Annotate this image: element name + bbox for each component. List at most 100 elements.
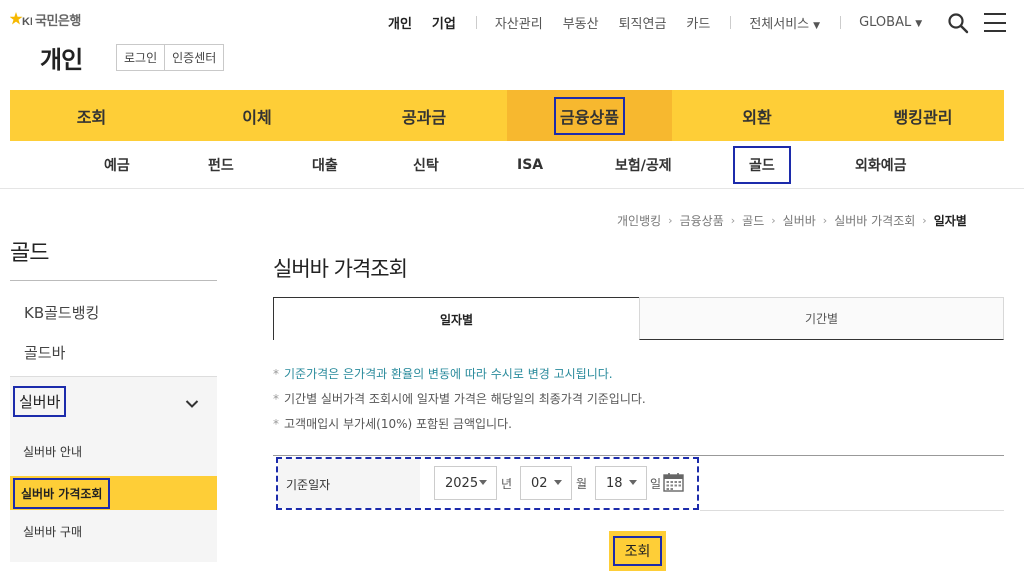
search-submit-button[interactable]: 조회 bbox=[613, 536, 662, 566]
gnb-tab-forex[interactable]: 외환 bbox=[672, 90, 842, 141]
top-nav-all-services[interactable]: 전체서비스 ▼ bbox=[749, 13, 820, 32]
subnav-isa[interactable]: ISA bbox=[517, 141, 543, 189]
subnav-deposit[interactable]: 예금 bbox=[104, 141, 130, 189]
breadcrumb: 개인뱅킹 › 금융상품 › 골드 › 실버바 › 실버바 가격조회 › 일자별 bbox=[617, 212, 967, 229]
login-button[interactable]: 로그인 bbox=[116, 44, 166, 71]
year-value: 2025 bbox=[445, 475, 479, 491]
breadcrumb-item[interactable]: 골드 bbox=[742, 212, 764, 229]
month-unit: 월 bbox=[576, 477, 588, 491]
gnb-tab-label: 금융상품 bbox=[554, 96, 625, 135]
sidebar-sub-silver-info[interactable]: 실버바 안내 bbox=[23, 443, 82, 460]
breadcrumb-sep-icon: › bbox=[730, 214, 736, 227]
period-tabs: 일자별 기간별 bbox=[273, 297, 1004, 340]
tab-daily[interactable]: 일자별 bbox=[273, 297, 640, 340]
divider bbox=[700, 510, 1004, 511]
year-unit: 년 bbox=[501, 477, 513, 491]
breadcrumb-sep-icon: › bbox=[668, 214, 673, 227]
cert-center-button[interactable]: 인증센터 bbox=[165, 44, 225, 71]
notice-item: * 고객매입시 부가세(10%) 포함된 금액입니다. bbox=[273, 417, 512, 431]
notice-text: 고객매입시 부가세(10%) 포함된 금액입니다. bbox=[284, 417, 512, 431]
top-nav-corporate[interactable]: 기업 bbox=[432, 13, 456, 32]
caret-down-icon bbox=[554, 480, 562, 485]
notice-text: 기간별 실버가격 조회시에 일자별 가격은 해당일의 최종가격 기준입니다. bbox=[284, 392, 646, 406]
top-nav-personal[interactable]: 개인 bbox=[388, 13, 412, 32]
sidebar-sub-silver-price[interactable]: 실버바 가격조회 bbox=[10, 476, 217, 510]
gnb-tab-financial-products[interactable]: 금융상품 bbox=[507, 90, 672, 141]
search-icon[interactable] bbox=[947, 12, 969, 34]
sidebar-item-silver-bar[interactable]: 실버바 bbox=[13, 386, 67, 417]
sub-nav: 예금 펀드 대출 신탁 ISA 보험/공제 골드 외화예금 bbox=[0, 141, 1024, 189]
tab-period[interactable]: 기간별 bbox=[639, 297, 1004, 340]
top-nav: 개인 기업 자산관리 부동산 퇴직연금 카드 전체서비스 ▼ GLOBAL ▼ bbox=[388, 11, 942, 33]
subnav-gold[interactable]: 골드 bbox=[733, 141, 791, 189]
submit-highlight: 조회 bbox=[609, 531, 666, 571]
breadcrumb-sep-icon: › bbox=[922, 214, 927, 227]
sidebar-sub-silver-price-label: 실버바 가격조회 bbox=[13, 478, 111, 509]
global-label: GLOBAL bbox=[859, 14, 912, 30]
breadcrumb-item[interactable]: 실버바 가격조회 bbox=[834, 212, 915, 229]
divider bbox=[10, 280, 217, 281]
subnav-gold-label: 골드 bbox=[733, 146, 791, 184]
top-nav-realestate[interactable]: 부동산 bbox=[563, 13, 599, 32]
main-nav: 조회 이체 공과금 금융상품 외환 뱅킹관리 bbox=[10, 90, 1004, 141]
gnb-tab-transfer[interactable]: 이체 bbox=[173, 90, 341, 141]
subnav-fx-deposit[interactable]: 외화예금 bbox=[855, 141, 907, 189]
caret-down-icon bbox=[629, 480, 637, 485]
day-select[interactable]: 18 bbox=[595, 466, 647, 500]
gnb-tab-inquiry[interactable]: 조회 bbox=[10, 90, 173, 141]
login-group: 로그인 인증센터 bbox=[116, 44, 225, 71]
breadcrumb-item[interactable]: 실버바 bbox=[783, 212, 816, 229]
caret-down-icon: ▼ bbox=[813, 20, 821, 31]
gnb-tab-banking-mgmt[interactable]: 뱅킹관리 bbox=[842, 90, 1004, 141]
notice-item: * 기간별 실버가격 조회시에 일자별 가격은 해당일의 최종가격 기준입니다. bbox=[273, 392, 646, 406]
notice-item: * 기준가격은 은가격과 환율의 변동에 따라 수시로 변경 고시됩니다. bbox=[273, 367, 613, 381]
breadcrumb-sep-icon: › bbox=[771, 214, 776, 227]
month-select[interactable]: 02 bbox=[520, 466, 572, 500]
top-nav-card[interactable]: 카드 bbox=[686, 13, 710, 32]
caret-down-icon: ▼ bbox=[915, 18, 923, 29]
all-services-label: 전체서비스 bbox=[749, 16, 810, 32]
top-nav-global[interactable]: GLOBAL ▼ bbox=[859, 15, 922, 30]
breadcrumb-item[interactable]: 개인뱅킹 bbox=[617, 212, 661, 229]
month-value: 02 bbox=[531, 475, 548, 491]
page-title: 개인 bbox=[40, 46, 83, 74]
kb-logo[interactable]: KB 국민은행 bbox=[9, 10, 81, 29]
gnb-tab-label: 공과금 bbox=[401, 107, 447, 127]
top-nav-pension[interactable]: 퇴직연금 bbox=[619, 13, 667, 32]
hamburger-menu-icon[interactable] bbox=[984, 13, 1006, 32]
divider bbox=[730, 15, 732, 29]
caret-down-icon bbox=[479, 480, 487, 485]
year-select[interactable]: 2025 bbox=[434, 466, 497, 500]
gnb-tab-label: 뱅킹관리 bbox=[893, 107, 953, 127]
logo-text: 국민은행 bbox=[35, 14, 81, 29]
kb-star-icon: KB bbox=[9, 11, 38, 29]
breadcrumb-current: 일자별 bbox=[933, 214, 967, 228]
subnav-insurance[interactable]: 보험/공제 bbox=[615, 141, 672, 189]
gnb-tab-utility[interactable]: 공과금 bbox=[341, 90, 507, 141]
notice-text: 기준가격은 은가격과 환율의 변동에 따라 수시로 변경 고시됩니다. bbox=[284, 367, 613, 381]
content-title: 실버바 가격조회 bbox=[273, 257, 408, 281]
subnav-fund[interactable]: 펀드 bbox=[208, 141, 234, 189]
header: KB 국민은행 개인 로그인 인증센터 개인 기업 자산관리 부동산 퇴직연금 … bbox=[0, 0, 1024, 90]
divider bbox=[273, 455, 1004, 456]
gnb-tab-label: 이체 bbox=[242, 107, 272, 127]
sidebar-item-gold-bar[interactable]: 골드바 bbox=[24, 342, 65, 363]
chevron-down-icon[interactable] bbox=[185, 394, 199, 408]
divider bbox=[475, 15, 477, 29]
breadcrumb-item[interactable]: 금융상품 bbox=[680, 212, 724, 229]
top-nav-asset[interactable]: 자산관리 bbox=[495, 13, 543, 32]
day-value: 18 bbox=[606, 475, 623, 491]
day-unit: 일 bbox=[650, 477, 662, 491]
logo-prefix: KB bbox=[22, 16, 32, 28]
gnb-tab-label: 조회 bbox=[76, 107, 107, 127]
gnb-tab-label: 외환 bbox=[742, 107, 772, 127]
subnav-loan[interactable]: 대출 bbox=[312, 141, 338, 189]
breadcrumb-sep-icon: › bbox=[822, 214, 828, 227]
notice-list: * 기준가격은 은가격과 환율의 변동에 따라 수시로 변경 고시됩니다. * 기간… bbox=[273, 362, 646, 437]
date-label: 기준일자 bbox=[286, 478, 331, 492]
subnav-trust[interactable]: 신탁 bbox=[413, 141, 439, 189]
sidebar-item-kb-gold-banking[interactable]: KB골드뱅킹 bbox=[24, 302, 99, 323]
calendar-icon[interactable] bbox=[663, 472, 684, 492]
sidebar-sub-silver-buy[interactable]: 실버바 구매 bbox=[23, 523, 82, 540]
sidebar-title: 골드 bbox=[10, 241, 49, 266]
